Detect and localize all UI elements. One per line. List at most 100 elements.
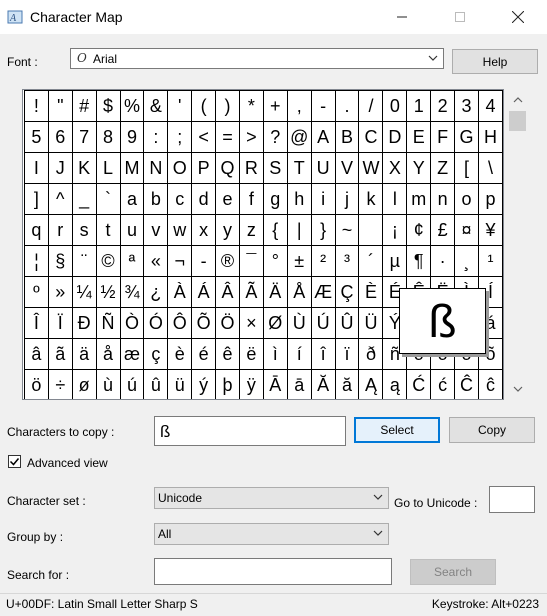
character-cell[interactable]: ç (143, 338, 169, 370)
character-cell[interactable]: Ä (262, 276, 288, 308)
character-cell[interactable]: ½ (95, 276, 121, 308)
character-cell[interactable]: 4 (477, 90, 503, 122)
character-cell[interactable]: ² (310, 245, 336, 277)
group-by-dropdown[interactable]: All (154, 523, 389, 545)
go-to-unicode-input[interactable] (489, 486, 535, 513)
character-cell[interactable]: ( (191, 90, 217, 122)
character-cell[interactable]: ö (24, 369, 49, 399)
character-cell[interactable]: K (71, 152, 97, 184)
character-cell[interactable]: O (167, 152, 193, 184)
character-cell[interactable]: S (262, 152, 288, 184)
character-cell[interactable]: ¯ (238, 245, 264, 277)
character-cell[interactable]: ^ (47, 183, 73, 215)
character-cell[interactable]: r (47, 214, 73, 246)
character-cell[interactable]: 5 (24, 121, 49, 153)
character-cell[interactable]: @ (286, 121, 312, 153)
character-cell[interactable]: ¼ (71, 276, 97, 308)
character-cell[interactable]: _ (71, 183, 97, 215)
character-cell[interactable]: $ (95, 90, 121, 122)
character-cell[interactable]: J (47, 152, 73, 184)
character-cell[interactable]: D (382, 121, 408, 153)
character-cell[interactable] (358, 214, 384, 246)
character-cell[interactable]: ÷ (47, 369, 73, 399)
character-cell[interactable]: µ (382, 245, 408, 277)
character-cell[interactable]: - (310, 90, 336, 122)
character-cell[interactable]: ª (119, 245, 145, 277)
help-button[interactable]: Help (452, 49, 538, 74)
character-cell[interactable]: ø (71, 369, 97, 399)
character-cell[interactable]: È (358, 276, 384, 308)
character-cell[interactable]: ê (215, 338, 240, 370)
character-cell[interactable]: ) (215, 90, 240, 122)
character-cell[interactable]: ¶ (406, 245, 432, 277)
character-cell[interactable]: ÿ (238, 369, 264, 399)
character-cell[interactable]: { (262, 214, 288, 246)
character-cell[interactable]: Ā (262, 369, 288, 399)
scroll-thumb[interactable] (509, 111, 526, 131)
character-cell[interactable]: . (334, 90, 360, 122)
character-cell[interactable]: ¿ (143, 276, 169, 308)
character-cell[interactable]: y (215, 214, 240, 246)
character-cell[interactable]: + (262, 90, 288, 122)
character-cell[interactable]: Z (430, 152, 456, 184)
character-cell[interactable]: ] (24, 183, 49, 215)
character-cell[interactable]: 2 (430, 90, 456, 122)
character-cell[interactable]: C (358, 121, 384, 153)
character-cell[interactable]: ą (382, 369, 408, 399)
character-cell[interactable]: G (454, 121, 479, 153)
character-set-dropdown[interactable]: Unicode (154, 487, 389, 509)
character-cell[interactable]: æ (119, 338, 145, 370)
character-cell[interactable]: å (95, 338, 121, 370)
character-cell[interactable]: - (191, 245, 217, 277)
character-cell[interactable]: Õ (191, 307, 217, 339)
character-cell[interactable]: » (47, 276, 73, 308)
character-cell[interactable]: ~ (334, 214, 360, 246)
character-cell[interactable]: " (47, 90, 73, 122)
character-cell[interactable]: w (167, 214, 193, 246)
character-cell[interactable]: ë (238, 338, 264, 370)
character-cell[interactable]: é (191, 338, 217, 370)
character-cell[interactable]: k (358, 183, 384, 215)
character-cell[interactable]: ¸ (454, 245, 479, 277)
character-cell[interactable]: 6 (47, 121, 73, 153)
character-cell[interactable]: s (71, 214, 97, 246)
character-cell[interactable]: ý (191, 369, 217, 399)
character-cell[interactable]: p (477, 183, 503, 215)
character-cell[interactable]: m (406, 183, 432, 215)
character-cell[interactable]: û (143, 369, 169, 399)
character-cell[interactable]: ì (262, 338, 288, 370)
character-cell[interactable]: e (215, 183, 240, 215)
character-cell[interactable]: ¤ (454, 214, 479, 246)
character-cell[interactable]: ¬ (167, 245, 193, 277)
character-cell[interactable]: ´ (358, 245, 384, 277)
character-cell[interactable]: í (286, 338, 312, 370)
character-cell[interactable]: , (286, 90, 312, 122)
character-cell[interactable]: · (430, 245, 456, 277)
character-cell[interactable]: ¢ (406, 214, 432, 246)
character-cell[interactable]: Ó (143, 307, 169, 339)
character-cell[interactable]: / (358, 90, 384, 122)
character-cell[interactable]: I (24, 152, 49, 184)
character-cell[interactable]: ï (334, 338, 360, 370)
character-cell[interactable]: Ò (119, 307, 145, 339)
character-cell[interactable]: ' (167, 90, 193, 122)
character-cell[interactable]: × (238, 307, 264, 339)
character-cell[interactable]: z (238, 214, 264, 246)
character-cell[interactable]: Ĉ (454, 369, 479, 399)
character-cell[interactable]: º (24, 276, 49, 308)
character-cell[interactable]: X (382, 152, 408, 184)
search-button[interactable]: Search (410, 559, 496, 585)
character-cell[interactable]: ù (95, 369, 121, 399)
character-cell[interactable]: = (215, 121, 240, 153)
character-cell[interactable]: ú (119, 369, 145, 399)
character-cell[interactable]: v (143, 214, 169, 246)
character-cell[interactable]: ă (334, 369, 360, 399)
character-cell[interactable]: > (238, 121, 264, 153)
character-cell[interactable]: P (191, 152, 217, 184)
character-cell[interactable]: À (167, 276, 193, 308)
character-cell[interactable]: ü (167, 369, 193, 399)
character-cell[interactable]: ¥ (477, 214, 503, 246)
character-cell[interactable]: V (334, 152, 360, 184)
character-cell[interactable]: U (310, 152, 336, 184)
minimize-button[interactable] (379, 0, 425, 34)
